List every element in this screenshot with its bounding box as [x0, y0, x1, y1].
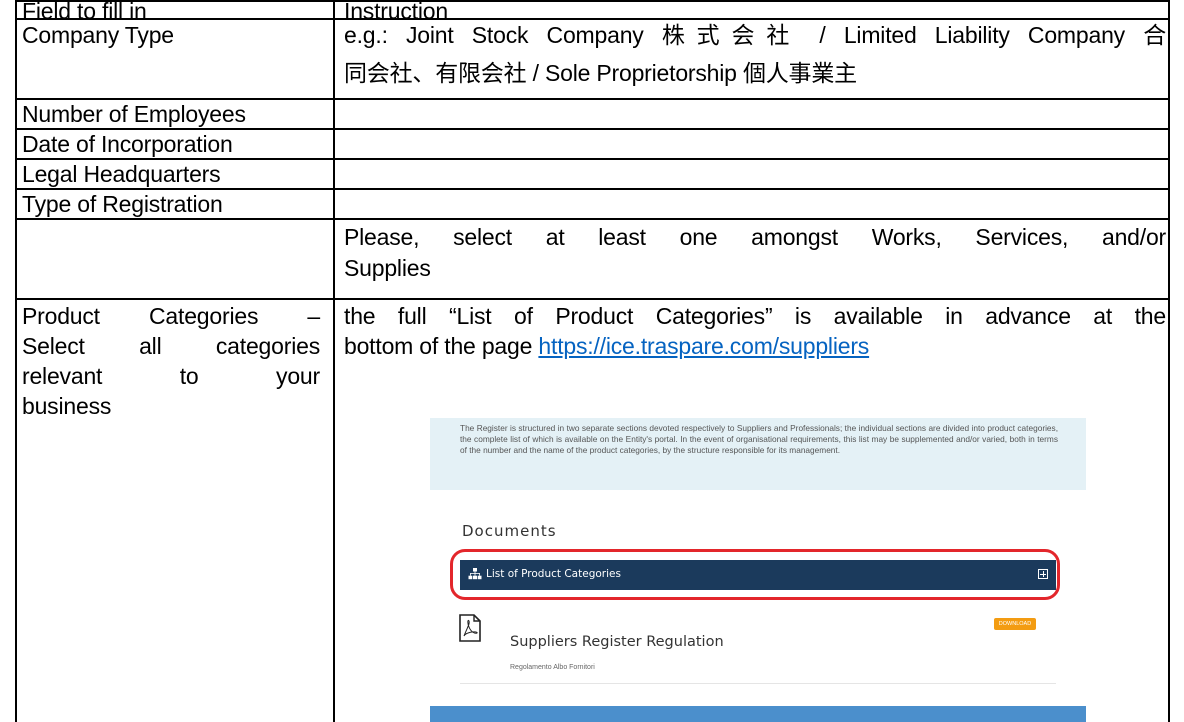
label-line: business [22, 393, 112, 419]
instruction-line: Supplies [344, 255, 431, 281]
row-instruction-product-categories: the full “List of Product Categories” is… [344, 301, 1166, 361]
documents-heading: Documents [462, 522, 557, 540]
label-line: Product Categories – [22, 303, 320, 329]
instruction-line: the full “List of Product Categories” is… [344, 303, 1166, 329]
row-label-incorporation: Date of Incorporation [22, 131, 233, 157]
row-label-product-categories: Product Categories – Select all categori… [22, 301, 320, 421]
row-label-registration: Type of Registration [22, 191, 223, 217]
table-border [15, 298, 1170, 300]
embedded-screenshot: The Register is structured in two separa… [430, 418, 1086, 722]
instruction-line: Please, select at least one amongst Work… [344, 224, 1166, 250]
table-border [333, 0, 335, 722]
row-label-headquarters: Legal Headquarters [22, 161, 221, 187]
row-instruction-registration: Please, select at least one amongst Work… [344, 222, 1166, 283]
instruction-line: 同会社、有限会社 / Sole Proprietorship 個人事業主 [344, 60, 857, 86]
row-label-company-type: Company Type [22, 22, 174, 48]
info-text: The Register is structured in two separa… [460, 423, 1058, 455]
table-border [15, 0, 17, 722]
document-title[interactable]: Suppliers Register Regulation [510, 634, 724, 650]
instruction-text: bottom of the page [344, 333, 539, 359]
red-highlight-outline [450, 549, 1060, 600]
instruction-line: e.g.: Joint Stock Company 株式会社 / Limited… [344, 22, 1166, 48]
instruction-line: bottom of the page https://ice.traspare.… [344, 331, 1166, 361]
download-button[interactable]: DOWNLOAD [994, 618, 1036, 630]
divider [460, 683, 1056, 684]
label-line: relevant to your [22, 363, 320, 389]
suppliers-link[interactable]: https://ice.traspare.com/suppliers [538, 333, 869, 359]
info-box: The Register is structured in two separa… [430, 418, 1086, 490]
row-instruction-company-type: e.g.: Joint Stock Company 株式会社 / Limited… [344, 20, 1166, 88]
label-line: Select all categories [22, 333, 320, 359]
row-label-employees: Number of Employees [22, 101, 246, 127]
table-border [1168, 0, 1170, 722]
document-subtitle: Regolamento Albo Fornitori [510, 664, 595, 671]
footer-band [430, 706, 1086, 722]
pdf-icon [459, 614, 481, 642]
